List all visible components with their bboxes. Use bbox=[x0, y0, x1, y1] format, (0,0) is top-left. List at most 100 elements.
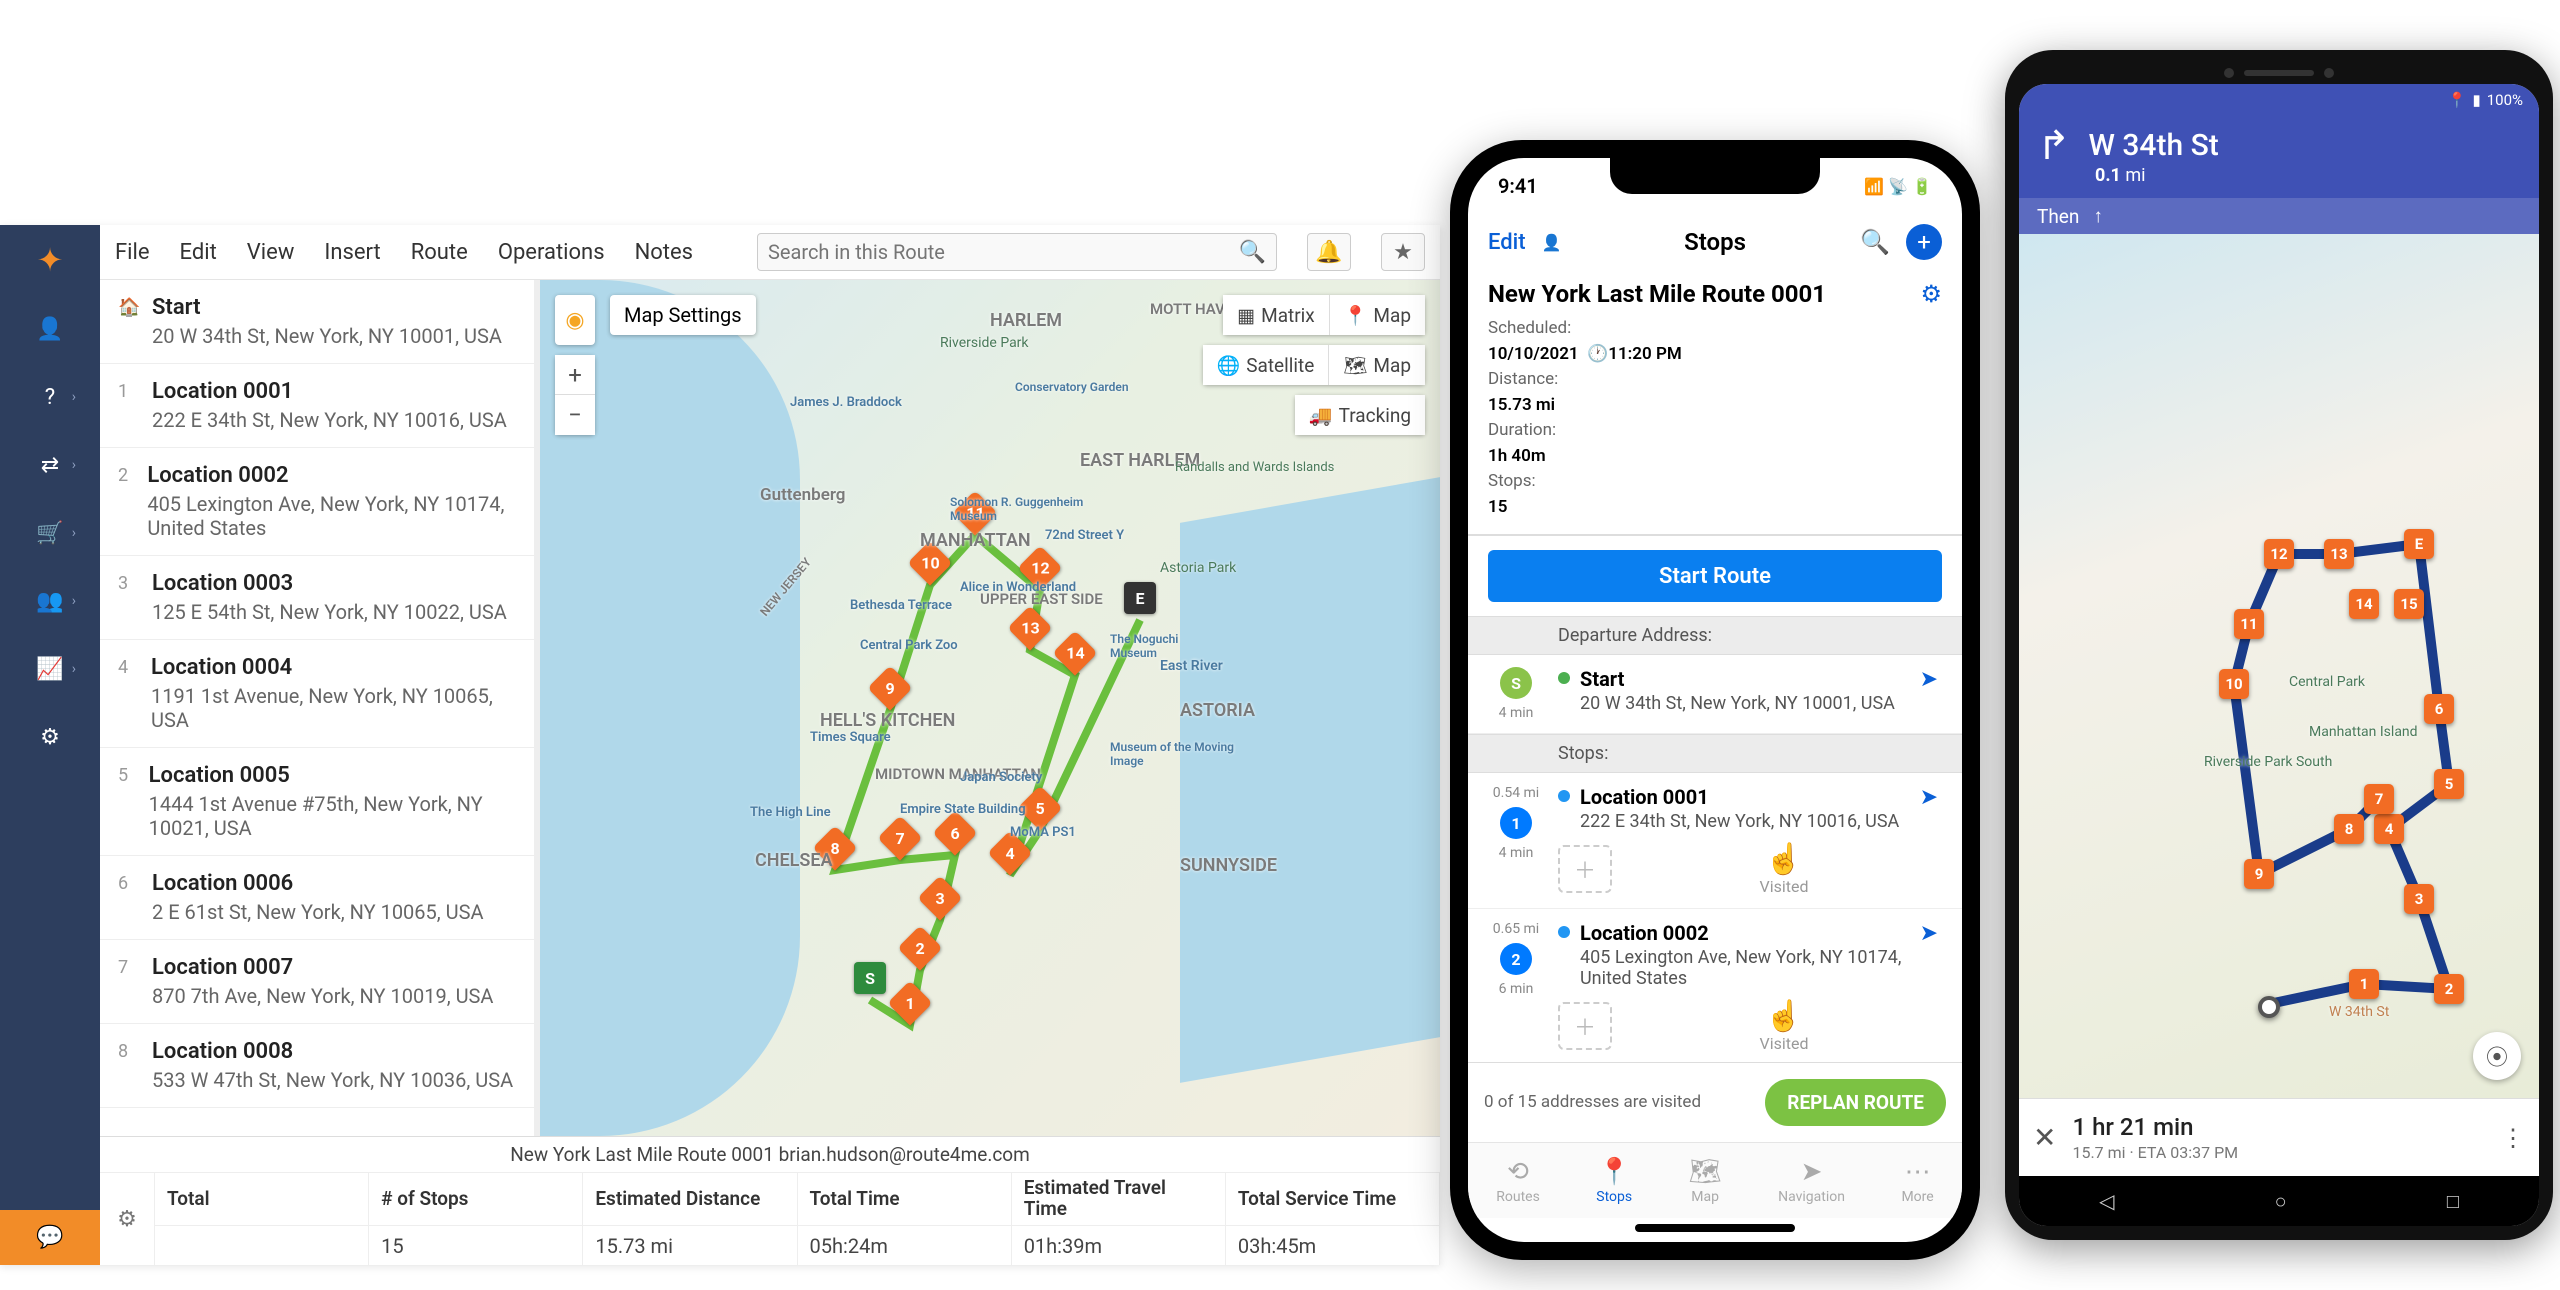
navigate-icon[interactable]: ➤ bbox=[1920, 921, 1938, 946]
add-photo-button[interactable]: ＋ bbox=[1558, 1002, 1612, 1050]
nav-routes-icon[interactable]: ⇄ bbox=[20, 441, 80, 489]
add-button[interactable]: + bbox=[1906, 224, 1942, 260]
arrow-up-icon: ↑ bbox=[2093, 204, 2103, 228]
stop-number: 2 bbox=[118, 463, 133, 540]
android-marker[interactable]: 9 bbox=[2244, 859, 2274, 889]
stop-item[interactable]: 8 Location 0008 533 W 47th St, New York,… bbox=[100, 1024, 534, 1108]
map-marker[interactable]: 9 bbox=[874, 672, 906, 710]
zoom-out-button[interactable]: − bbox=[555, 395, 595, 435]
stop-item[interactable]: 2 Location 0002 405 Lexington Ave, New Y… bbox=[100, 448, 534, 556]
menu-edit[interactable]: Edit bbox=[180, 240, 217, 265]
map-marker[interactable]: 2 bbox=[904, 932, 936, 970]
tab-more[interactable]: ⋯More bbox=[1901, 1157, 1933, 1205]
android-marker[interactable]: 11 bbox=[2234, 609, 2264, 639]
android-marker[interactable]: 10 bbox=[2219, 669, 2249, 699]
more-icon[interactable]: ⋮ bbox=[2501, 1124, 2525, 1152]
menu-notes[interactable]: Notes bbox=[635, 240, 693, 265]
android-marker[interactable]: 2 bbox=[2434, 974, 2464, 1004]
ios-content[interactable]: ⚙ New York Last Mile Route 0001 Schedule… bbox=[1468, 270, 1962, 1062]
close-icon[interactable]: ✕ bbox=[2033, 1121, 2056, 1154]
android-marker[interactable]: 13 bbox=[2324, 539, 2354, 569]
tab-routes[interactable]: ⟲Routes bbox=[1496, 1157, 1540, 1205]
nav-add-user-icon[interactable]: 👤 bbox=[20, 305, 80, 353]
menu-operations[interactable]: Operations bbox=[498, 240, 605, 265]
ios-nav: Edit 👤 Stops 🔍 + bbox=[1468, 214, 1962, 270]
replan-button[interactable]: REPLAN ROUTE bbox=[1765, 1079, 1946, 1126]
star-icon[interactable]: ★ bbox=[1381, 233, 1425, 271]
android-marker[interactable]: 15 bbox=[2394, 589, 2424, 619]
ios-stop-item[interactable]: 0.54 mi 1 4 min Location 0001 222 E 34th… bbox=[1468, 773, 1962, 909]
stop-item[interactable]: 🏠 Start 20 W 34th St, New York, NY 10001… bbox=[100, 280, 534, 364]
search-input[interactable] bbox=[768, 240, 1239, 264]
nav-analytics-icon[interactable]: 📈 bbox=[20, 645, 80, 693]
nav-team-icon[interactable]: 👥 bbox=[20, 577, 80, 625]
android-marker[interactable]: 7 bbox=[2364, 784, 2394, 814]
android-map[interactable]: 123456789101112131415E ⦿ Central Park Ma… bbox=[2019, 234, 2539, 1098]
map-marker[interactable]: 13 bbox=[1014, 612, 1046, 650]
android-marker[interactable]: 12 bbox=[2264, 539, 2294, 569]
map-settings-button[interactable]: Map Settings bbox=[610, 295, 756, 335]
tab-stops[interactable]: 📍Stops bbox=[1596, 1157, 1632, 1205]
add-photo-button[interactable]: ＋ bbox=[1558, 845, 1612, 893]
search-icon[interactable]: 🔍 bbox=[1860, 228, 1890, 256]
android-marker[interactable]: 14 bbox=[2349, 589, 2379, 619]
map-marker[interactable]: 14 bbox=[1059, 637, 1091, 675]
map-marker[interactable]: 3 bbox=[924, 882, 956, 920]
menu-view[interactable]: View bbox=[247, 240, 295, 265]
map-marker[interactable]: 1 bbox=[894, 987, 926, 1025]
map-marker[interactable]: 10 bbox=[914, 547, 946, 585]
ios-stop-item[interactable]: 0.65 mi 2 6 min Location 0002 405 Lexing… bbox=[1468, 909, 1962, 1062]
map-marker[interactable]: 4 bbox=[994, 837, 1026, 875]
stops-panel[interactable]: 🏠 Start 20 W 34th St, New York, NY 10001… bbox=[100, 280, 540, 1136]
bell-icon[interactable]: 🔔 bbox=[1307, 233, 1351, 271]
nav-recents-icon[interactable]: □ bbox=[2447, 1189, 2459, 1214]
map-button[interactable]: 📍Map bbox=[1330, 295, 1425, 335]
tracking-button[interactable]: 🚚Tracking bbox=[1295, 395, 1425, 435]
nav-back-icon[interactable]: ◁ bbox=[2099, 1189, 2114, 1213]
stop-item[interactable]: 6 Location 0006 2 E 61st St, New York, N… bbox=[100, 856, 534, 940]
current-location-cursor bbox=[2258, 996, 2280, 1018]
nav-home-icon[interactable]: ○ bbox=[2275, 1189, 2287, 1214]
stop-item[interactable]: 3 Location 0003 125 E 54th St, New York,… bbox=[100, 556, 534, 640]
android-marker[interactable]: 1 bbox=[2349, 969, 2379, 999]
edit-button[interactable]: Edit bbox=[1488, 230, 1526, 255]
person-icon[interactable]: 👤 bbox=[1542, 233, 1562, 252]
stop-item[interactable]: 7 Location 0007 870 7th Ave, New York, N… bbox=[100, 940, 534, 1024]
zoom-in-button[interactable]: + bbox=[555, 355, 595, 395]
menu-route[interactable]: Route bbox=[411, 240, 468, 265]
search-icon[interactable]: 🔍 bbox=[1239, 240, 1266, 265]
map-area[interactable]: S1234567891011121314E HARLEM EAST HARLEM… bbox=[540, 280, 1440, 1136]
tab-navigation[interactable]: ➤Navigation bbox=[1778, 1157, 1845, 1205]
android-marker[interactable]: E bbox=[2404, 529, 2434, 559]
android-marker[interactable]: 6 bbox=[2424, 694, 2454, 724]
footer-gear-icon[interactable]: ⚙ bbox=[100, 1173, 155, 1265]
pegman-icon[interactable]: ◉ bbox=[555, 295, 595, 345]
tab-map[interactable]: 🗺Map bbox=[1689, 1157, 1722, 1205]
start-route-button[interactable]: Start Route bbox=[1488, 550, 1942, 602]
map2-button[interactable]: 🗺Map bbox=[1329, 345, 1425, 385]
map-marker[interactable]: S bbox=[854, 962, 886, 1000]
navigate-icon[interactable]: ➤ bbox=[1920, 667, 1938, 692]
android-marker[interactable]: 4 bbox=[2374, 814, 2404, 844]
menu-insert[interactable]: Insert bbox=[324, 240, 380, 265]
android-marker[interactable]: 8 bbox=[2334, 814, 2364, 844]
menu-file[interactable]: File bbox=[115, 240, 150, 265]
route-gear-icon[interactable]: ⚙ bbox=[1920, 280, 1942, 308]
chat-button[interactable]: 💬 bbox=[0, 1210, 100, 1265]
stop-item[interactable]: 4 Location 0004 1191 1st Avenue, New Yor… bbox=[100, 640, 534, 748]
android-marker[interactable]: 5 bbox=[2434, 769, 2464, 799]
stop-item[interactable]: 5 Location 0005 1444 1st Avenue #75th, N… bbox=[100, 748, 534, 856]
nav-cart-icon[interactable]: 🛒 bbox=[20, 509, 80, 557]
map-marker[interactable]: 6 bbox=[939, 817, 971, 855]
matrix-button[interactable]: ▦Matrix bbox=[1223, 295, 1330, 335]
nav-help-icon[interactable]: ? bbox=[20, 373, 80, 421]
android-marker[interactable]: 3 bbox=[2404, 884, 2434, 914]
locate-me-button[interactable]: ⦿ bbox=[2473, 1032, 2521, 1080]
nav-settings-user-icon[interactable]: ⚙ bbox=[20, 713, 80, 761]
map-marker[interactable]: E bbox=[1124, 582, 1156, 620]
navigate-icon[interactable]: ➤ bbox=[1920, 785, 1938, 810]
map-marker[interactable]: 7 bbox=[884, 822, 916, 860]
satellite-button[interactable]: 🌐Satellite bbox=[1203, 345, 1330, 385]
stop-item[interactable]: 1 Location 0001 222 E 34th St, New York,… bbox=[100, 364, 534, 448]
ios-stop-item[interactable]: S 4 min Start 20 W 34th St, New York, NY… bbox=[1468, 655, 1962, 734]
